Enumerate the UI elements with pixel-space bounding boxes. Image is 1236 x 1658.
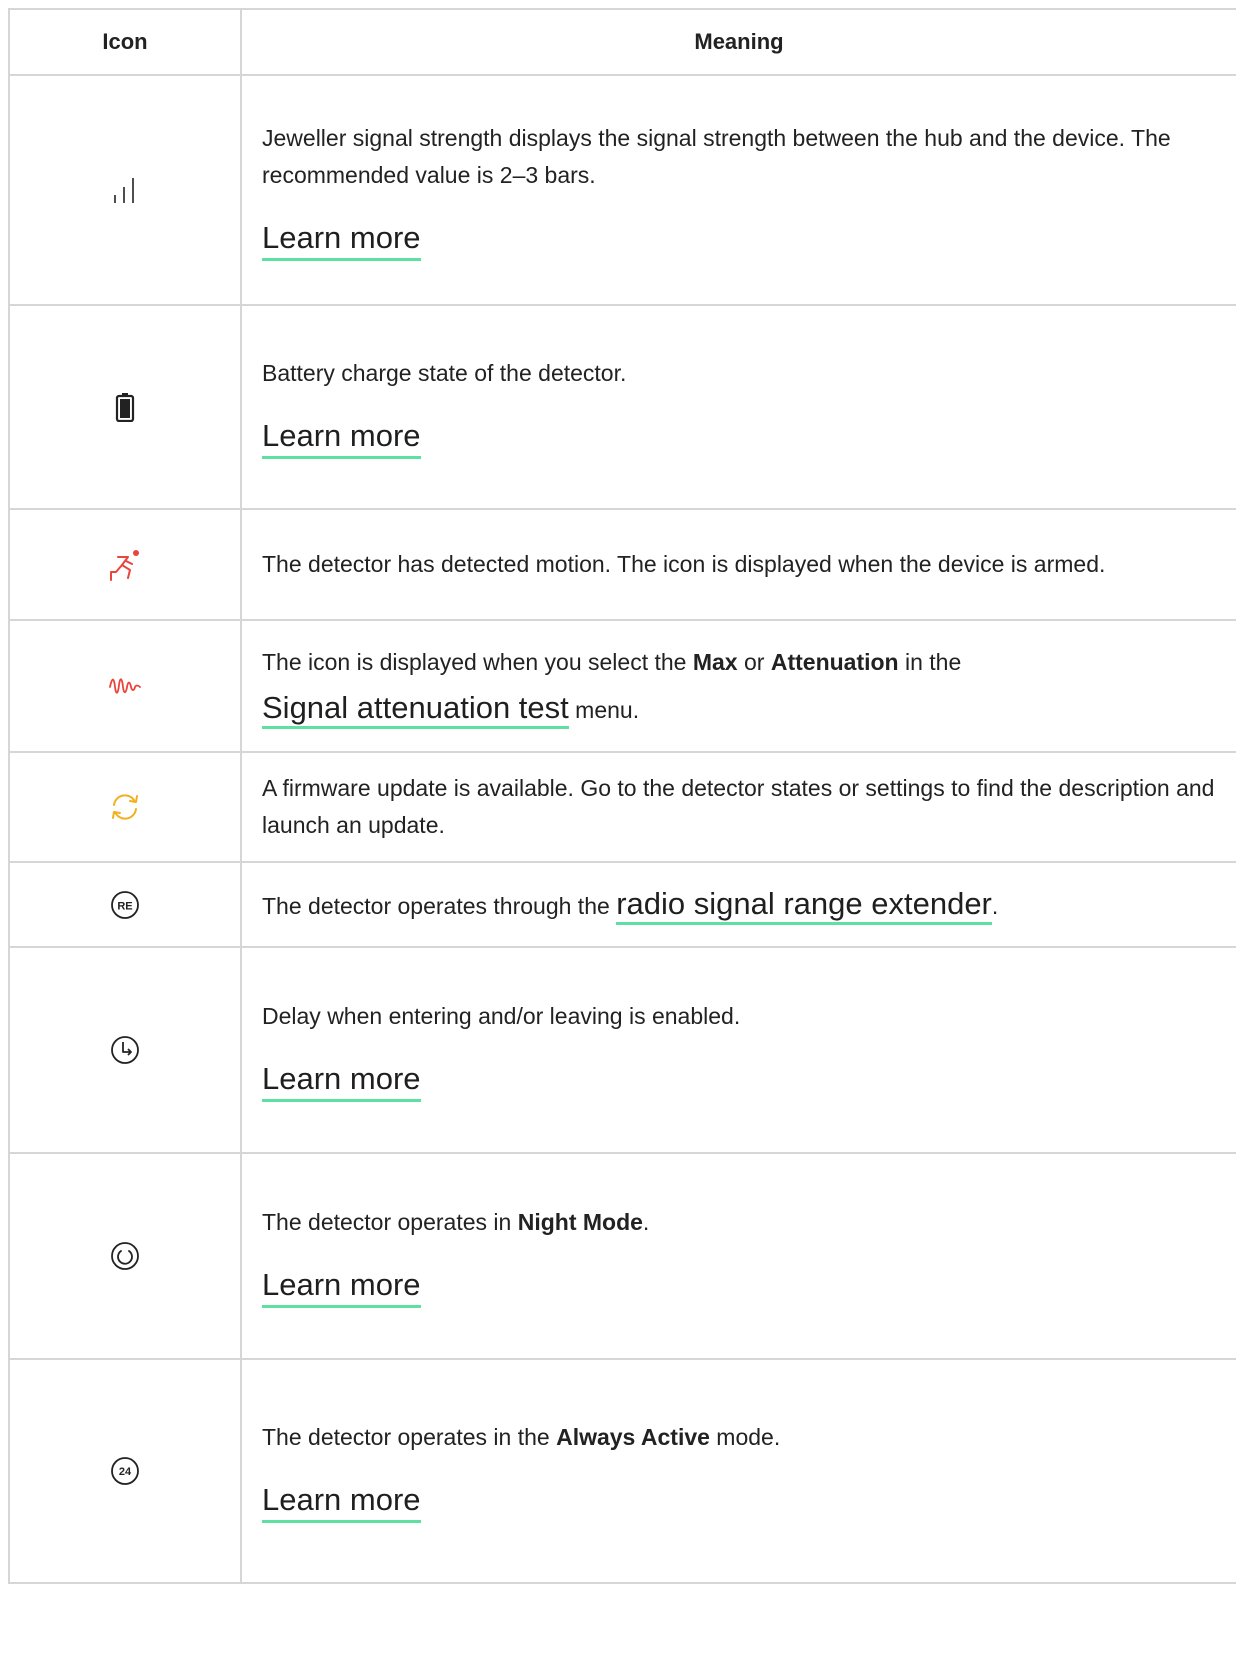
table-row: A firmware update is available. Go to th…	[8, 751, 1236, 863]
bold-term: Max	[692, 649, 738, 675]
table-row: The detector operates in Night Mode. Lea…	[8, 1152, 1236, 1360]
table-row: The detector has detected motion. The ic…	[8, 508, 1236, 621]
table-row: 24 The detector operates in the Always A…	[8, 1358, 1236, 1584]
row-description: Battery charge state of the detector.	[262, 360, 627, 386]
battery-icon	[115, 393, 135, 422]
signal-strength-icon	[114, 178, 134, 203]
firmware-update-icon	[112, 794, 138, 820]
table-row: RE The detector operates through the rad…	[8, 861, 1236, 948]
row-description: The detector operates in Night Mode.	[262, 1209, 650, 1235]
learn-more-link[interactable]: Learn more	[262, 1482, 421, 1523]
table-header-row: Icon Meaning	[8, 8, 1236, 76]
table-row: Battery charge state of the detector. Le…	[8, 304, 1236, 510]
learn-more-link[interactable]: Learn more	[262, 418, 421, 459]
row-description: The detector operates through the radio …	[262, 885, 1216, 925]
row-description: A firmware update is available. Go to th…	[262, 775, 1215, 838]
night-mode-icon	[111, 1242, 139, 1270]
motion-detected-icon	[110, 549, 139, 581]
bold-term: Always Active	[556, 1424, 710, 1450]
range-extender-link[interactable]: radio signal range extender	[616, 885, 992, 925]
bold-term: Night Mode	[517, 1209, 643, 1235]
table-row: Jeweller signal strength displays the si…	[8, 74, 1236, 306]
range-extender-icon: RE	[111, 890, 139, 919]
always-active-label: 24	[119, 1466, 132, 1478]
row-description: Delay when entering and/or leaving is en…	[262, 1003, 741, 1029]
table-row: Delay when entering and/or leaving is en…	[8, 946, 1236, 1154]
row-description: The detector operates in the Always Acti…	[262, 1424, 781, 1450]
bold-term: Attenuation	[770, 649, 899, 675]
signal-wave-icon	[109, 678, 141, 694]
row-description: The detector has detected motion. The ic…	[262, 551, 1106, 577]
learn-more-link[interactable]: Learn more	[262, 1061, 421, 1102]
learn-more-link[interactable]: Learn more	[262, 1267, 421, 1308]
meaning-column-header: Meaning	[240, 8, 1236, 76]
always-active-icon: 24	[111, 1457, 139, 1485]
device-states-table: Icon Meaning Jeweller signal strength di…	[8, 8, 1236, 1584]
row-description: The icon is displayed when you select th…	[262, 639, 1216, 733]
signal-attenuation-test-link[interactable]: Signal attenuation test	[262, 690, 569, 729]
icon-column-header: Icon	[8, 8, 242, 76]
delay-clock-icon	[111, 1036, 139, 1064]
range-extender-label: RE	[117, 900, 132, 912]
learn-more-link[interactable]: Learn more	[262, 220, 421, 261]
row-description: Jeweller signal strength displays the si…	[262, 124, 1171, 188]
table-row: The icon is displayed when you select th…	[8, 619, 1236, 753]
